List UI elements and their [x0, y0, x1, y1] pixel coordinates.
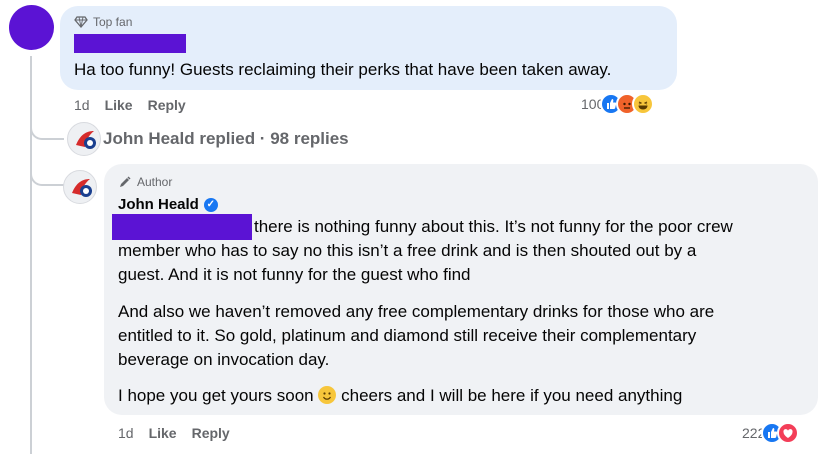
commenter-avatar[interactable] — [9, 5, 54, 50]
reply-button[interactable]: Reply — [148, 97, 186, 113]
top-fan-comment-bubble: Top fan Ha too funny! Guests reclaiming … — [60, 6, 677, 90]
thread-line-curve-2 — [30, 164, 64, 186]
reply-reply-button[interactable]: Reply — [192, 425, 230, 441]
haha-reaction-icon — [632, 93, 655, 115]
view-replies-link[interactable]: John Heald replied · 98 replies — [103, 129, 349, 149]
top-fan-badge: Top fan — [74, 15, 132, 29]
reply-para3-before: I hope you get yours soon — [118, 386, 314, 405]
author-name[interactable]: John Heald — [118, 196, 199, 213]
redacted-mention — [112, 214, 252, 240]
comment-timestamp[interactable]: 1d — [74, 97, 90, 113]
thread-line-curve-1 — [30, 118, 64, 140]
love-reaction-icon — [777, 422, 800, 444]
author-reply-bubble: Author John Heald ✓ there is nothing fun… — [104, 164, 818, 415]
john-heald-avatar-small[interactable] — [67, 122, 101, 156]
verified-badge-icon: ✓ — [203, 197, 218, 212]
reply-para3-after: cheers and I will be here if you need an… — [341, 386, 683, 405]
author-label: Author — [137, 175, 173, 189]
reply-para3: I hope you get yours soon cheers and I w… — [118, 384, 682, 408]
reply-reaction-summary[interactable]: 222 — [742, 422, 800, 444]
reaction-summary[interactable]: 100 — [581, 93, 655, 115]
comment-actions: 1d Like Reply — [74, 97, 186, 113]
reply-line-3: guest. And it is not funny for the guest… — [118, 265, 471, 284]
john-heald-avatar[interactable] — [63, 170, 97, 204]
reply-actions: 1d Like Reply — [118, 425, 230, 441]
author-badge: Author — [118, 175, 172, 189]
reply-para2-line-3: beverage on invocation day. — [118, 350, 330, 369]
reply-para2-line-2: entitled to it. So gold, platinum and di… — [118, 326, 697, 345]
reply-para2-line-1: And also we haven’t removed any free com… — [118, 302, 715, 321]
reply-line-2: member who has to say no this isn’t a fr… — [118, 241, 697, 260]
redacted-commenter-name — [74, 34, 186, 53]
reply-timestamp[interactable]: 1d — [118, 425, 134, 441]
diamond-icon — [74, 16, 88, 28]
top-fan-label: Top fan — [93, 15, 133, 29]
reply-line-1: there is nothing funny about this. It’s … — [254, 217, 733, 236]
pencil-icon — [120, 176, 131, 187]
smiling-face-emoji-icon — [318, 386, 337, 404]
comment-text: Ha too funny! Guests reclaiming their pe… — [74, 60, 612, 79]
like-button[interactable]: Like — [105, 97, 133, 113]
reply-author-name[interactable]: John Heald ✓ — [118, 196, 218, 213]
thread-line-vertical — [30, 56, 32, 454]
reply-like-button[interactable]: Like — [149, 425, 177, 441]
